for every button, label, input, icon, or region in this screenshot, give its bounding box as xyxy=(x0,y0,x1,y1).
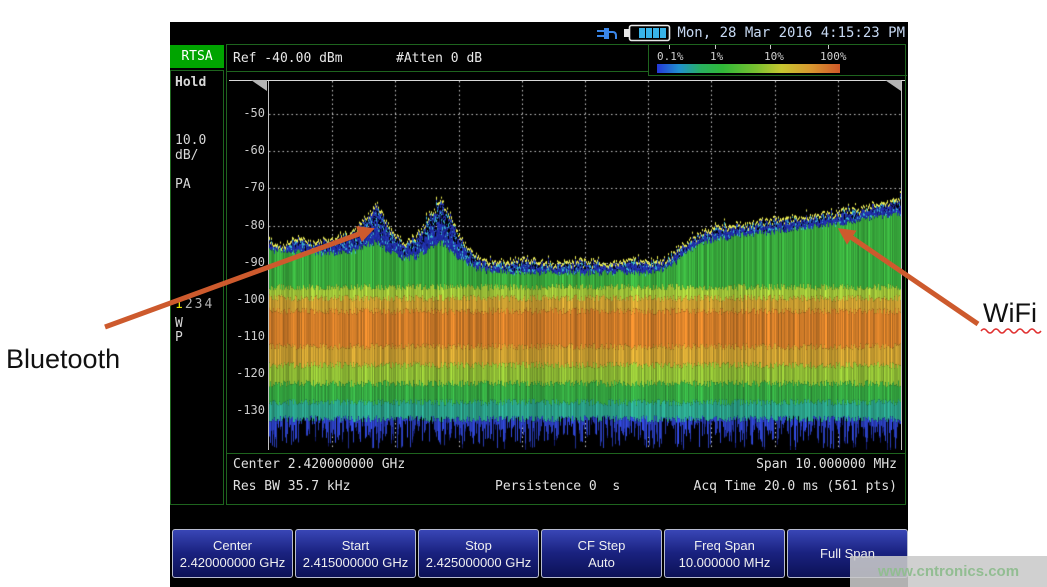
softkey-label: Stop xyxy=(465,538,492,553)
scale-value: 10.0 xyxy=(175,133,206,148)
attenuation: #Atten 0 dB xyxy=(396,51,482,66)
plot-right-border xyxy=(901,81,902,450)
softkey-start[interactable]: Start 2.415000000 GHz xyxy=(295,529,416,578)
trace-4: 4 xyxy=(204,297,214,312)
span-readout: Span 10.000000 MHz xyxy=(756,457,897,472)
center-readout: Center 2.420000000 GHz xyxy=(233,457,405,472)
clock: Mon, 28 Mar 2016 4:15:23 PM xyxy=(677,25,905,41)
settings-column: Hold 10.0 dB/ PA 1234 W P xyxy=(170,70,224,505)
softkey-value: 2.415000000 GHz xyxy=(303,555,409,570)
y-axis-label: -80 xyxy=(227,218,265,232)
softkey-label: Start xyxy=(342,538,369,553)
footer-divider xyxy=(227,453,905,454)
detector-label: PA xyxy=(175,177,191,192)
watermark: www.cntronics.com xyxy=(850,556,1047,587)
legend-label-2: 10% xyxy=(764,50,784,63)
wifi-squiggle-underline xyxy=(981,329,1041,333)
trace-write-flag: W xyxy=(175,316,183,331)
trace-numbers: 1234 xyxy=(175,297,214,312)
resbw-readout: Res BW 35.7 kHz xyxy=(233,479,350,494)
y-axis-label: -110 xyxy=(227,329,265,343)
softkey-label: Center xyxy=(213,538,252,553)
legend-tick xyxy=(715,45,716,49)
bluetooth-label: Bluetooth xyxy=(6,344,120,375)
acqtime-readout: Acq Time 20.0 ms (561 pts) xyxy=(694,479,898,494)
softkey-freq-span[interactable]: Freq Span 10.000000 MHz xyxy=(664,529,785,578)
persistence-readout: Persistence 0 s xyxy=(495,479,620,494)
softkey-label: CF Step xyxy=(578,538,626,553)
scale-unit: dB/ xyxy=(175,148,198,163)
softkey-center[interactable]: Center 2.420000000 GHz xyxy=(172,529,293,578)
legend-label-3: 100% xyxy=(820,50,847,63)
ref-level: Ref -40.00 dBm xyxy=(233,51,343,66)
legend-tick xyxy=(669,45,670,49)
mode-badge: RTSA xyxy=(170,45,224,68)
y-axis-label: -70 xyxy=(227,180,265,194)
y-axis-label: -100 xyxy=(227,292,265,306)
header-divider xyxy=(227,71,648,72)
ac-power-icon xyxy=(595,24,617,43)
sweep-state: Hold xyxy=(175,75,206,90)
softkey-value: 2.425000000 GHz xyxy=(426,555,532,570)
legend-tick xyxy=(770,45,771,49)
softkey-value: 2.420000000 GHz xyxy=(180,555,286,570)
trace-persist-flag: P xyxy=(175,330,183,345)
softkey-stop[interactable]: Stop 2.425000000 GHz xyxy=(418,529,539,578)
y-axis-label: -60 xyxy=(227,143,265,157)
density-legend: 0.1% 1% 10% 100% xyxy=(648,44,907,76)
softkey-cf-step[interactable]: CF Step Auto xyxy=(541,529,662,578)
y-axis-label: -50 xyxy=(227,106,265,120)
trace-3: 3 xyxy=(195,297,205,312)
legend-label-1: 1% xyxy=(710,50,723,63)
density-color-scale xyxy=(657,64,840,73)
trace-1: 1 xyxy=(175,297,185,312)
trace-2: 2 xyxy=(185,297,195,312)
battery-icon xyxy=(623,24,671,42)
y-axis-label: -120 xyxy=(227,366,265,380)
softkey-value: Auto xyxy=(588,555,615,570)
spectrum-canvas xyxy=(269,81,901,450)
status-bar: Mon, 28 Mar 2016 4:15:23 PM xyxy=(170,22,908,44)
legend-tick xyxy=(828,45,829,49)
y-axis-label: -90 xyxy=(227,255,265,269)
wifi-label: WiFi xyxy=(983,298,1037,329)
y-axis-label: -130 xyxy=(227,403,265,417)
page: Mon, 28 Mar 2016 4:15:23 PM RTSA Hold 10… xyxy=(0,0,1047,587)
legend-label-0: 0.1% xyxy=(657,50,684,63)
softkey-value: 10.000000 MHz xyxy=(679,555,771,570)
display-frame: Ref -40.00 dBm #Atten 0 dB 0.1% 1% 10% 1… xyxy=(226,44,906,505)
softkey-label: Freq Span xyxy=(694,538,755,553)
